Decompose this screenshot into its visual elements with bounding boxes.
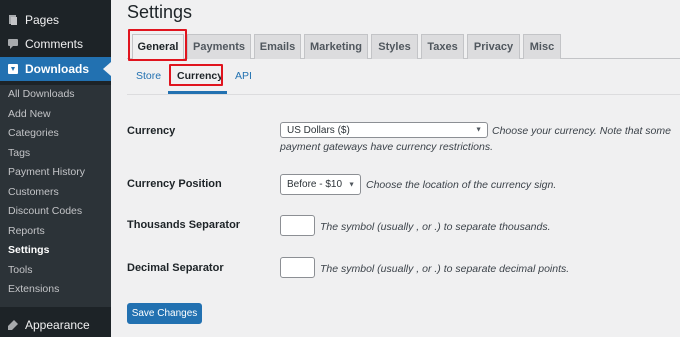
subtabs-divider xyxy=(127,94,680,95)
downloads-submenu: All Downloads Add New Categories Tags Pa… xyxy=(0,85,111,307)
submenu-all-downloads[interactable]: All Downloads xyxy=(8,88,75,100)
menu-item-label: Appearance xyxy=(25,318,90,332)
currency-select[interactable]: US Dollars ($) ▼ xyxy=(280,122,488,138)
menu-item-pages[interactable]: Pages xyxy=(0,10,111,30)
submenu-add-new[interactable]: Add New xyxy=(8,108,51,120)
currency-subtab-highlight xyxy=(169,64,223,86)
decimal-separator-input[interactable] xyxy=(280,257,315,278)
tab-styles[interactable]: Styles xyxy=(371,34,418,59)
submenu-tags[interactable]: Tags xyxy=(8,147,30,159)
thousands-separator-description: The symbol (usually , or .) to separate … xyxy=(320,221,551,233)
currency-label: Currency xyxy=(127,125,176,137)
downloads-icon xyxy=(8,64,18,74)
current-menu-arrow xyxy=(103,62,111,76)
page-title: Settings xyxy=(127,2,193,22)
subtab-store[interactable]: Store xyxy=(136,70,161,82)
chevron-down-icon: ▼ xyxy=(475,126,482,134)
appearance-icon xyxy=(8,320,18,330)
submenu-tools[interactable]: Tools xyxy=(8,264,33,276)
admin-sidebar: Pages Comments Downloads All Downloads A… xyxy=(0,0,111,337)
submenu-settings[interactable]: Settings xyxy=(8,244,49,256)
comments-icon xyxy=(8,39,18,49)
menu-item-downloads[interactable]: Downloads xyxy=(0,57,111,81)
currency-position-select[interactable]: Before - $10 ▼ xyxy=(280,174,361,195)
menu-item-comments[interactable]: Comments xyxy=(0,34,111,54)
menu-item-label: Downloads xyxy=(25,62,90,76)
tab-emails[interactable]: Emails xyxy=(254,34,301,59)
currency-description-line1: Choose your currency. Note that some xyxy=(492,125,671,137)
tab-taxes[interactable]: Taxes xyxy=(421,34,464,59)
thousands-separator-label: Thousands Separator xyxy=(127,219,241,231)
chevron-down-icon: ▼ xyxy=(348,181,355,188)
thousands-separator-input[interactable] xyxy=(280,215,315,236)
submenu-categories[interactable]: Categories xyxy=(8,127,59,139)
submenu-discount-codes[interactable]: Discount Codes xyxy=(8,205,82,217)
tab-privacy[interactable]: Privacy xyxy=(467,34,520,59)
decimal-separator-label: Decimal Separator xyxy=(127,262,224,274)
currency-position-value: Before - $10 xyxy=(287,179,343,190)
submenu-reports[interactable]: Reports xyxy=(8,225,45,237)
tab-misc[interactable]: Misc xyxy=(523,34,561,59)
tab-marketing[interactable]: Marketing xyxy=(304,34,368,59)
menu-item-label: Comments xyxy=(25,37,84,51)
pages-icon xyxy=(9,15,17,25)
menu-item-label: Pages xyxy=(25,13,60,27)
menu-item-appearance[interactable]: Appearance xyxy=(0,315,111,335)
currency-description-line2: payment gateways have currency restricti… xyxy=(280,141,494,153)
submenu-customers[interactable]: Customers xyxy=(8,186,59,198)
currency-select-value: US Dollars ($) xyxy=(287,124,350,136)
tab-payments[interactable]: Payments xyxy=(187,34,251,59)
decimal-separator-description: The symbol (usually , or .) to separate … xyxy=(320,263,570,275)
general-tab-highlight xyxy=(128,29,187,61)
submenu-extensions[interactable]: Extensions xyxy=(8,283,59,295)
submenu-payment-history[interactable]: Payment History xyxy=(8,166,85,178)
currency-position-label: Currency Position xyxy=(127,178,222,190)
subtab-api[interactable]: API xyxy=(235,70,252,82)
save-changes-button[interactable]: Save Changes xyxy=(127,303,202,324)
currency-position-description: Choose the location of the currency sign… xyxy=(366,179,557,191)
